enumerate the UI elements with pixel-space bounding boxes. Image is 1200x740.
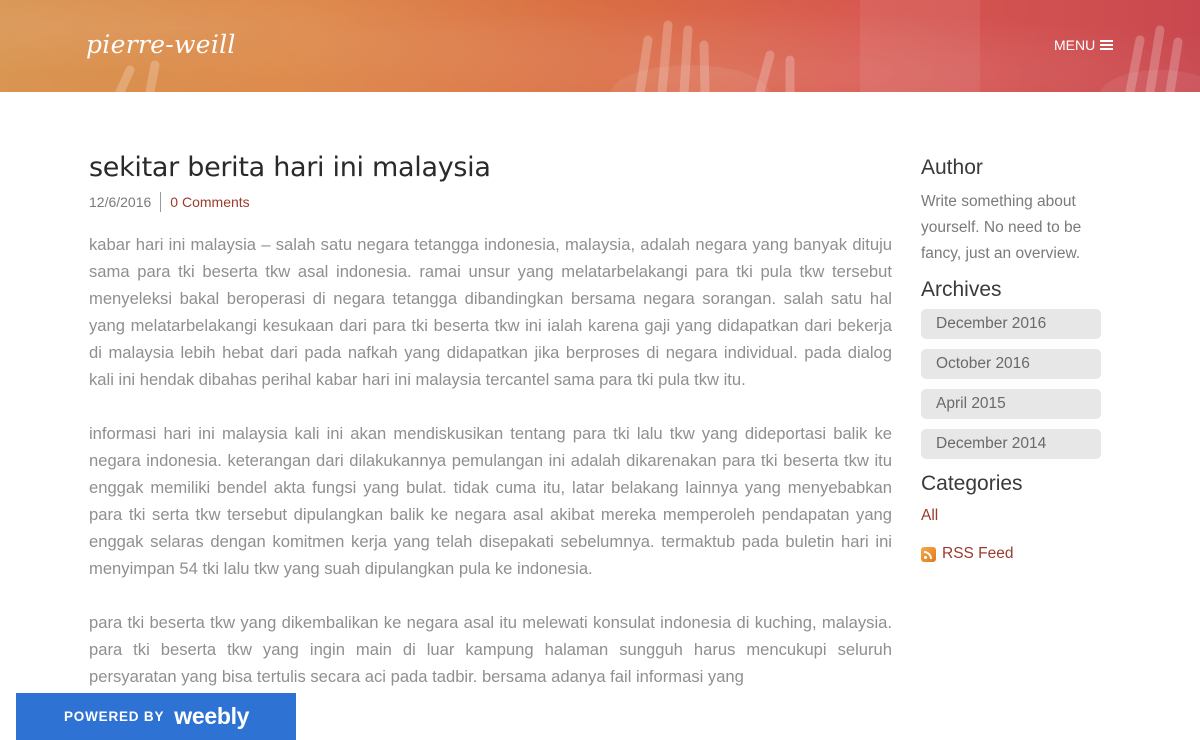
archives-list: December 2016 October 2016 April 2015 De… xyxy=(921,309,1101,459)
archive-link[interactable]: December 2014 xyxy=(921,429,1101,459)
rss-label: RSS Feed xyxy=(942,545,1014,562)
post-paragraph: para tki beserta tkw yang dikembalikan k… xyxy=(89,613,892,686)
archives-heading: Archives xyxy=(921,278,1002,301)
archive-link[interactable]: April 2015 xyxy=(921,389,1101,419)
author-text: Write something about yourself. No need … xyxy=(921,193,1082,262)
post-title[interactable]: sekitar berita hari ini malaysia xyxy=(89,150,892,186)
sidebar: Author Write something about yourself. N… xyxy=(921,155,1101,563)
category-all-link[interactable]: All xyxy=(921,507,1101,525)
post-date: 12/6/2016 xyxy=(89,194,152,210)
comments-link[interactable]: 0 Comments xyxy=(170,194,249,210)
site-header: pierre-weill MENU xyxy=(0,0,1200,92)
hamburger-icon xyxy=(1100,38,1114,52)
categories-heading: Categories xyxy=(921,472,1023,495)
powered-by-weebly-badge[interactable]: POWERED BY weebly xyxy=(16,693,296,740)
post-paragraph: kabar hari ini malaysia – salah satu neg… xyxy=(89,235,892,389)
site-title[interactable]: pierre-weill xyxy=(86,30,236,59)
rss-icon xyxy=(921,546,936,562)
menu-label: MENU xyxy=(1054,37,1096,53)
post-meta: 12/6/2016 0 Comments xyxy=(89,192,892,212)
powered-by-text: POWERED BY xyxy=(64,709,165,724)
author-heading: Author xyxy=(921,156,983,179)
rss-feed-link[interactable]: RSS Feed xyxy=(921,545,1101,563)
menu-button[interactable]: MENU xyxy=(1054,37,1114,53)
meta-divider xyxy=(160,192,162,212)
weebly-logo: weebly xyxy=(174,703,250,729)
blog-post: sekitar berita hari ini malaysia 12/6/20… xyxy=(89,150,892,690)
archive-link[interactable]: December 2016 xyxy=(921,309,1101,339)
post-paragraph: informasi hari ini malaysia kali ini aka… xyxy=(89,424,892,578)
archive-link[interactable]: October 2016 xyxy=(921,349,1101,379)
